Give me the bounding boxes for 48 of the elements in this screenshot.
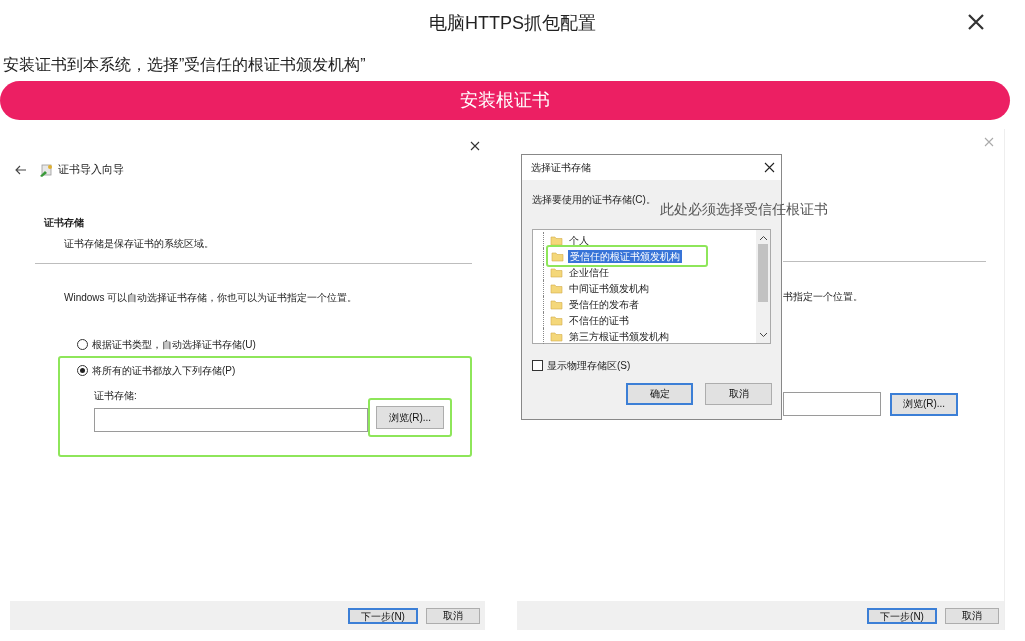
wizard-button[interactable]: 下一步(N) [867,607,937,624]
certificate-icon [39,162,53,178]
dialog-prompt: 选择要使用的证书存储(C)。 [532,193,657,207]
tree-item[interactable]: 不信任的证书 [567,313,631,327]
folder-icon [550,234,563,246]
store-input-field[interactable] [783,392,881,416]
page-title: 电脑HTTPS抓包配置 [429,13,596,33]
section-description: 证书存储是保存证书的系统区域。 [64,237,215,251]
wizard-button[interactable]: 取消 [945,607,999,624]
close-icon[interactable] [967,13,985,31]
close-icon[interactable] [470,141,480,151]
checkbox-label: 显示物理存储区(S) [547,359,631,373]
folder-icon [551,250,564,262]
wizard-title: 证书导入向导 [58,162,124,178]
tree-item[interactable]: 受信任的根证书颁发机构 [568,249,682,263]
scroll-down-icon[interactable] [758,331,768,338]
folder-icon [550,330,563,342]
browse-button[interactable]: 浏览(R)... [376,406,444,429]
scroll-up-icon[interactable] [758,235,768,242]
intro-text: 书指定一个位置。 [783,290,864,304]
scroll-thumb[interactable] [758,244,768,302]
instruction-text: 安装证书到本系统，选择”受信任的根证书颁发机构” [3,55,367,75]
dialog-button[interactable]: 取消 [705,383,772,405]
wizard-button[interactable]: 取消 [426,607,480,624]
back-arrow-icon[interactable] [15,165,27,175]
scrollbar[interactable] [756,230,770,343]
field-label: 证书存储: [94,389,138,403]
tree-item[interactable]: 受信任的发布者 [567,297,641,311]
dialog-button[interactable]: 确定 [626,383,693,405]
option-label: 将所有的证书都放入下列存储(P) [92,364,236,378]
dialog-title: 选择证书存储 [531,161,591,175]
wizard-button[interactable]: 下一步(N) [348,607,418,624]
tree-item[interactable]: 企业信任 [567,265,611,279]
folder-icon [550,314,563,326]
store-input-field[interactable] [94,408,368,432]
close-icon[interactable] [764,162,775,173]
folder-icon [550,298,563,310]
intro-text: Windows 可以自动选择证书存储，你也可以为证书指定一个位置。 [64,291,359,305]
folder-icon [550,282,563,294]
option-label: 根据证书类型，自动选择证书存储(U) [92,338,256,352]
checkbox[interactable] [532,360,543,371]
tree-item[interactable]: 第三方根证书颁发机构 [567,329,671,343]
tree-item[interactable]: 个人 [567,233,591,247]
folder-icon [550,266,563,278]
section-title: 证书存储 [44,216,85,230]
tree-item[interactable]: 中间证书颁发机构 [567,281,651,295]
install-button[interactable]: 安装根证书 [0,81,1010,120]
browse-button[interactable]: 浏览(R)... [890,392,958,416]
